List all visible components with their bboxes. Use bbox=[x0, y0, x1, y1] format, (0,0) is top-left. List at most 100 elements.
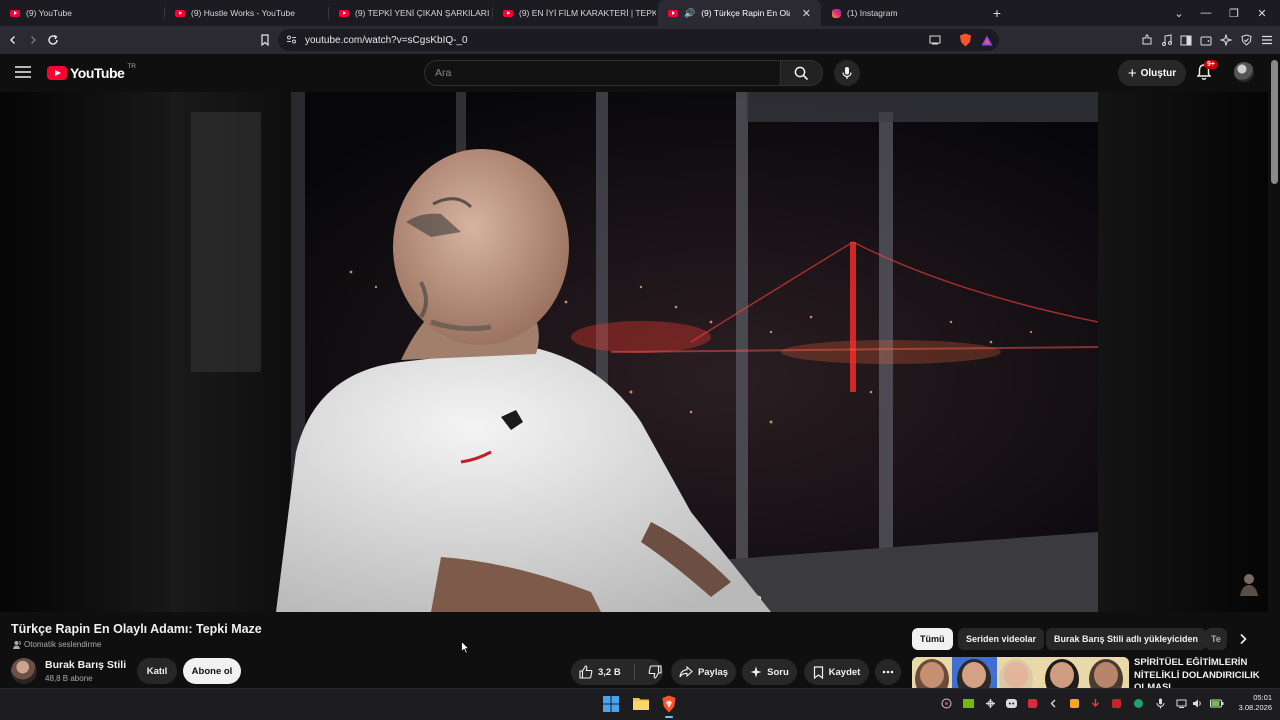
join-label: Katıl bbox=[146, 665, 168, 677]
brave-browser-taskbar-icon[interactable] bbox=[661, 695, 677, 718]
channel-avatar[interactable] bbox=[11, 658, 37, 684]
video-title: Türkçe Rapin En Olaylı Adamı: Tepki Maze bbox=[11, 622, 262, 636]
tray-download-icon[interactable] bbox=[1090, 698, 1101, 709]
like-button[interactable]: 3,2 B bbox=[579, 665, 621, 679]
page-scrollbar-thumb[interactable] bbox=[1271, 60, 1278, 184]
battery-icon[interactable] bbox=[1210, 698, 1224, 709]
notifications-button[interactable]: 9+ bbox=[1196, 60, 1218, 81]
youtube-play-icon bbox=[47, 66, 67, 80]
tray-app-red-icon[interactable] bbox=[1111, 698, 1122, 709]
tray-mic-icon[interactable] bbox=[1155, 698, 1166, 709]
youtube-icon bbox=[10, 9, 20, 17]
search-input[interactable]: Ara bbox=[424, 60, 781, 86]
save-label: Kaydet bbox=[828, 666, 861, 678]
player-letterbox-left bbox=[0, 92, 171, 612]
tray-app-green-icon[interactable] bbox=[1133, 698, 1144, 709]
browser-tab[interactable]: (9) TEPKİ YENİ ÇIKAN ŞARKILARI DİN bbox=[329, 0, 492, 26]
cast-icon[interactable] bbox=[925, 30, 945, 50]
vpn-shield-icon[interactable] bbox=[1236, 30, 1256, 50]
volume-icon[interactable] bbox=[1192, 698, 1203, 709]
media-music-icon[interactable] bbox=[1157, 30, 1177, 50]
reload-icon[interactable] bbox=[43, 30, 63, 50]
youtube-icon bbox=[339, 9, 349, 17]
auto-dub-icon bbox=[13, 640, 21, 649]
wifi-network-icon[interactable] bbox=[1176, 698, 1187, 709]
chip-series[interactable]: Seriden videolar bbox=[958, 628, 1045, 650]
tray-chevron-icon[interactable] bbox=[1048, 698, 1059, 709]
start-menu-icon[interactable] bbox=[603, 696, 619, 712]
more-actions-button[interactable] bbox=[875, 659, 901, 685]
bookmark-icon[interactable] bbox=[255, 30, 275, 50]
browser-tab[interactable]: (1) Instagram bbox=[822, 0, 985, 26]
browser-tab[interactable]: (9) YouTube bbox=[0, 0, 163, 26]
join-button[interactable]: Katıl bbox=[137, 658, 177, 684]
site-info-icon[interactable] bbox=[286, 34, 297, 45]
window-close-icon[interactable]: ✕ bbox=[1248, 0, 1276, 26]
tray-shield-icon[interactable] bbox=[1069, 698, 1080, 709]
recommendation-thumbnail[interactable] bbox=[912, 657, 1129, 688]
search-button[interactable] bbox=[780, 60, 823, 86]
url-text: youtube.com/watch?v=sCgsKbIQ-_0 bbox=[305, 34, 468, 46]
thumbs-up-icon bbox=[579, 665, 593, 679]
taskbar-clock[interactable]: 05:01 3.08.2026 bbox=[1228, 693, 1272, 713]
back-icon[interactable] bbox=[3, 30, 23, 50]
browser-tab[interactable]: (9) Hustle Works - YouTube bbox=[165, 0, 328, 26]
voice-search-button[interactable] bbox=[834, 60, 860, 86]
search-icon bbox=[794, 66, 809, 80]
recommendation-title[interactable]: SPİRİTÜEL EĞİTİMLERİN NİTELİKLİ DOLANDIR… bbox=[1134, 657, 1264, 688]
leo-ai-icon[interactable] bbox=[1216, 30, 1236, 50]
share-label: Paylaş bbox=[697, 666, 729, 678]
record-icon[interactable] bbox=[1027, 698, 1038, 709]
guide-menu-icon[interactable] bbox=[14, 65, 32, 79]
close-tab-icon[interactable]: ✕ bbox=[802, 7, 811, 20]
mouse-cursor-icon bbox=[461, 641, 470, 654]
microphone-icon bbox=[842, 67, 852, 79]
dislike-button[interactable] bbox=[648, 665, 662, 679]
tab-title: (9) Türkçe Rapin En Olaylı Ad bbox=[701, 8, 790, 18]
tab-list-chevron-icon[interactable]: ⌄ bbox=[1165, 0, 1193, 26]
discord-icon[interactable] bbox=[1006, 698, 1017, 709]
search-placeholder: Ara bbox=[435, 67, 452, 79]
wallet-icon[interactable] bbox=[1196, 30, 1216, 50]
browser-menu-icon[interactable] bbox=[1257, 30, 1277, 50]
brave-shields-icon[interactable] bbox=[955, 30, 975, 50]
chip-all[interactable]: Tümü bbox=[912, 628, 953, 650]
chip-label: Seriden videolar bbox=[966, 634, 1037, 644]
chip-uploader[interactable]: Burak Barış Stili adlı yükleyiciden bbox=[1046, 628, 1207, 650]
ask-button[interactable]: Soru bbox=[742, 659, 797, 685]
browser-tab[interactable]: (9) EN İYİ FİLM KARAKTERİ | TEPKİ SE bbox=[493, 0, 656, 26]
channel-name[interactable]: Burak Barış Stili bbox=[45, 659, 126, 671]
player-letterbox-right bbox=[1098, 92, 1268, 612]
save-button[interactable]: Kaydet bbox=[804, 659, 869, 685]
chip-label: Tümü bbox=[920, 634, 945, 644]
plus-icon: + bbox=[1127, 64, 1137, 82]
new-tab-button[interactable]: + bbox=[983, 0, 1011, 26]
maximize-icon[interactable]: ❐ bbox=[1220, 0, 1248, 26]
chips-next-icon[interactable] bbox=[1236, 632, 1250, 646]
video-frame[interactable] bbox=[171, 92, 1098, 612]
share-button[interactable]: Paylaş bbox=[671, 659, 736, 685]
account-avatar[interactable] bbox=[1234, 62, 1254, 82]
channel-watermark[interactable] bbox=[1238, 572, 1260, 596]
subscribe-button[interactable]: Abone ol bbox=[183, 658, 241, 684]
share-icon bbox=[679, 666, 693, 678]
minimize-icon[interactable]: — bbox=[1192, 0, 1220, 26]
tray-network-app-icon[interactable] bbox=[985, 698, 996, 709]
chip-partial[interactable]: Te bbox=[1205, 628, 1227, 650]
more-horizontal-icon bbox=[882, 670, 894, 674]
sidebar-icon[interactable] bbox=[1176, 30, 1196, 50]
create-label: Oluştur bbox=[1140, 67, 1177, 79]
nvidia-icon[interactable] bbox=[963, 698, 974, 709]
file-explorer-icon[interactable] bbox=[632, 696, 650, 711]
brave-rewards-icon[interactable] bbox=[977, 30, 997, 50]
tab-title: (1) Instagram bbox=[847, 8, 898, 18]
browser-tab-active[interactable]: 🔊 (9) Türkçe Rapin En Olaylı Ad ✕ bbox=[658, 0, 821, 26]
address-bar[interactable]: youtube.com/watch?v=sCgsKbIQ-_0 bbox=[278, 29, 999, 51]
create-button[interactable]: + Oluştur bbox=[1118, 60, 1186, 86]
like-dislike-group: 3,2 B bbox=[571, 659, 663, 685]
tray-app-icon[interactable] bbox=[941, 698, 952, 709]
extensions-icon[interactable] bbox=[1137, 30, 1157, 50]
video-player[interactable] bbox=[0, 92, 1268, 612]
forward-icon[interactable] bbox=[23, 30, 43, 50]
youtube-logo[interactable]: YouTube TR bbox=[47, 63, 136, 81]
